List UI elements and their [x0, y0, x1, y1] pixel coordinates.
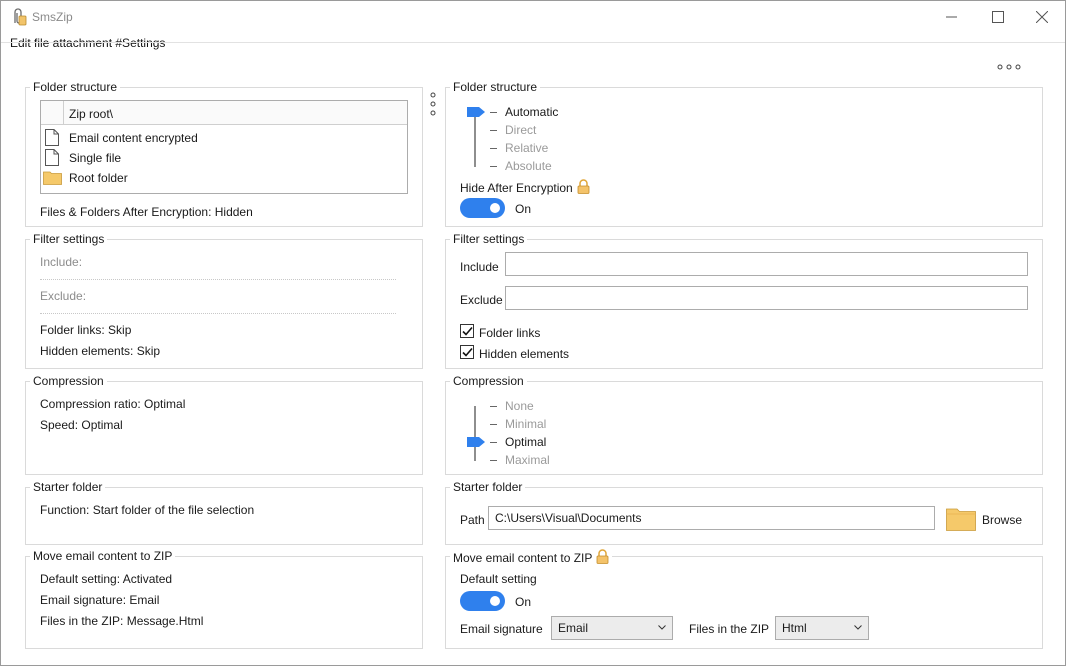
folder-icon: [43, 170, 62, 188]
left-folder-structure-group: Folder structure Zip root\ Email content…: [25, 80, 423, 227]
folder-icon[interactable]: [946, 506, 976, 531]
panel-menu-icon[interactable]: [429, 91, 437, 119]
group-legend: Move email content to ZIP: [450, 549, 613, 565]
hidden-elements-checkbox[interactable]: [460, 345, 474, 359]
slider-option-minimal[interactable]: Minimal: [490, 417, 546, 431]
email-signature-label: Email signature: [460, 622, 543, 636]
folder-structure-slider-thumb[interactable]: [466, 106, 486, 118]
group-legend: Starter folder: [30, 480, 106, 494]
email-signature-select[interactable]: Email: [551, 616, 673, 640]
minimize-button[interactable]: [929, 1, 975, 33]
tree-header: Zip root\: [41, 101, 407, 125]
exclude-label: Exclude: [460, 293, 503, 307]
include-label: Include: [460, 260, 499, 274]
right-folder-structure-group: Folder structure Automatic Direct Relati…: [445, 80, 1043, 227]
speed-text: Speed: Optimal: [40, 418, 123, 432]
folder-links-checkbox[interactable]: [460, 324, 474, 338]
lock-icon: [597, 549, 609, 564]
folder-tree[interactable]: Zip root\ Email content encrypted Single…: [40, 100, 408, 194]
slider-option-automatic[interactable]: Automatic: [490, 105, 558, 119]
paperclip-app-icon: [10, 7, 28, 27]
maximize-button[interactable]: [975, 1, 1021, 33]
email-signature-text: Email signature: Email: [40, 593, 160, 607]
tree-item-label: Root folder: [69, 171, 128, 185]
left-move-email-group: Move email content to ZIP Default settin…: [25, 549, 423, 649]
hidden-elements-label: Hidden elements: [479, 347, 570, 361]
exclude-label: Exclude:: [40, 289, 87, 303]
group-legend: Folder structure: [30, 80, 121, 94]
group-legend: Filter settings: [30, 232, 108, 246]
compression-slider-thumb[interactable]: [466, 436, 486, 448]
toggle-state-label: On: [515, 202, 532, 216]
group-legend: Compression: [450, 374, 527, 388]
group-legend: Compression: [30, 374, 107, 388]
folder-links-label: Folder links: [479, 326, 541, 340]
more-options-icon[interactable]: [997, 61, 1023, 71]
page-title: Edit file attachment #Settings: [10, 36, 166, 50]
path-label: Path: [460, 513, 485, 527]
chevron-down-icon: [658, 625, 666, 630]
tree-item[interactable]: Single file: [41, 147, 407, 167]
group-legend: Starter folder: [450, 480, 526, 494]
slider-option-maximal[interactable]: Maximal: [490, 453, 550, 467]
tree-item-label: Single file: [69, 151, 122, 165]
starter-function-text: Function: Start folder of the file selec…: [40, 503, 255, 517]
files-in-zip-label: Files in the ZIP: [689, 622, 770, 636]
files-in-zip-text: Files in the ZIP: Message.Html: [40, 614, 204, 628]
app-title: SmsZip: [32, 10, 73, 24]
left-compression-group: Compression Compression ratio: Optimal S…: [25, 374, 423, 475]
exclude-input[interactable]: [505, 286, 1028, 310]
left-filter-group: Filter settings Include: Exclude: Folder…: [25, 232, 423, 369]
path-input[interactable]: C:\Users\Visual\Documents: [488, 506, 935, 530]
header-divider: [1, 42, 1065, 43]
slider-option-none[interactable]: None: [490, 399, 534, 413]
compression-slider-track[interactable]: [474, 406, 476, 461]
after-encryption-text: Files & Folders After Encryption: Hidden: [40, 205, 253, 219]
right-filter-group: Filter settings Include Exclude Folder l…: [445, 232, 1043, 369]
tree-header-label: Zip root\: [69, 107, 114, 121]
group-legend: Move email content to ZIP: [30, 549, 176, 563]
include-label: Include:: [40, 255, 83, 269]
right-compression-group: Compression None Minimal Optimal Maximal: [445, 374, 1043, 475]
left-starter-folder-group: Starter folder Function: Start folder of…: [25, 480, 423, 545]
divider: [40, 279, 396, 280]
compression-ratio-text: Compression ratio: Optimal: [40, 397, 186, 411]
lock-icon: [577, 179, 590, 194]
app-window: SmsZip Edit file attachment #Settings Fo…: [0, 0, 1066, 666]
slider-option-relative[interactable]: Relative: [490, 141, 548, 155]
slider-option-optimal[interactable]: Optimal: [490, 435, 546, 449]
toggle-state-label: On: [515, 595, 532, 609]
hidden-elements-text: Hidden elements: Skip: [40, 344, 161, 358]
file-icon: [45, 149, 59, 169]
tree-item-label: Email content encrypted: [69, 131, 198, 145]
group-legend: Filter settings: [450, 232, 528, 246]
title-bar[interactable]: SmsZip: [1, 1, 1065, 33]
default-setting-label: Default setting: [460, 572, 537, 586]
file-icon: [45, 129, 59, 149]
default-setting-text: Default setting: Activated: [40, 572, 173, 586]
hide-after-encryption-label: Hide After Encryption: [460, 179, 590, 195]
divider: [40, 313, 396, 314]
default-setting-toggle[interactable]: [460, 591, 505, 611]
browse-button[interactable]: Browse: [982, 513, 1022, 527]
tree-item[interactable]: Root folder: [41, 167, 407, 187]
folder-links-text: Folder links: Skip: [40, 323, 132, 337]
slider-option-direct[interactable]: Direct: [490, 123, 536, 137]
folder-structure-slider-track[interactable]: [474, 112, 476, 167]
tree-item[interactable]: Email content encrypted: [41, 127, 407, 147]
files-in-zip-select[interactable]: Html: [775, 616, 869, 640]
chevron-down-icon: [854, 625, 862, 630]
hide-after-encryption-toggle[interactable]: [460, 198, 505, 218]
group-legend: Folder structure: [450, 80, 541, 94]
close-button[interactable]: [1019, 1, 1065, 33]
right-move-email-group: Move email content to ZIP Default settin…: [445, 549, 1043, 649]
include-input[interactable]: [505, 252, 1028, 276]
right-starter-folder-group: Starter folder Path C:\Users\Visual\Docu…: [445, 480, 1043, 545]
slider-option-absolute[interactable]: Absolute: [490, 159, 552, 173]
